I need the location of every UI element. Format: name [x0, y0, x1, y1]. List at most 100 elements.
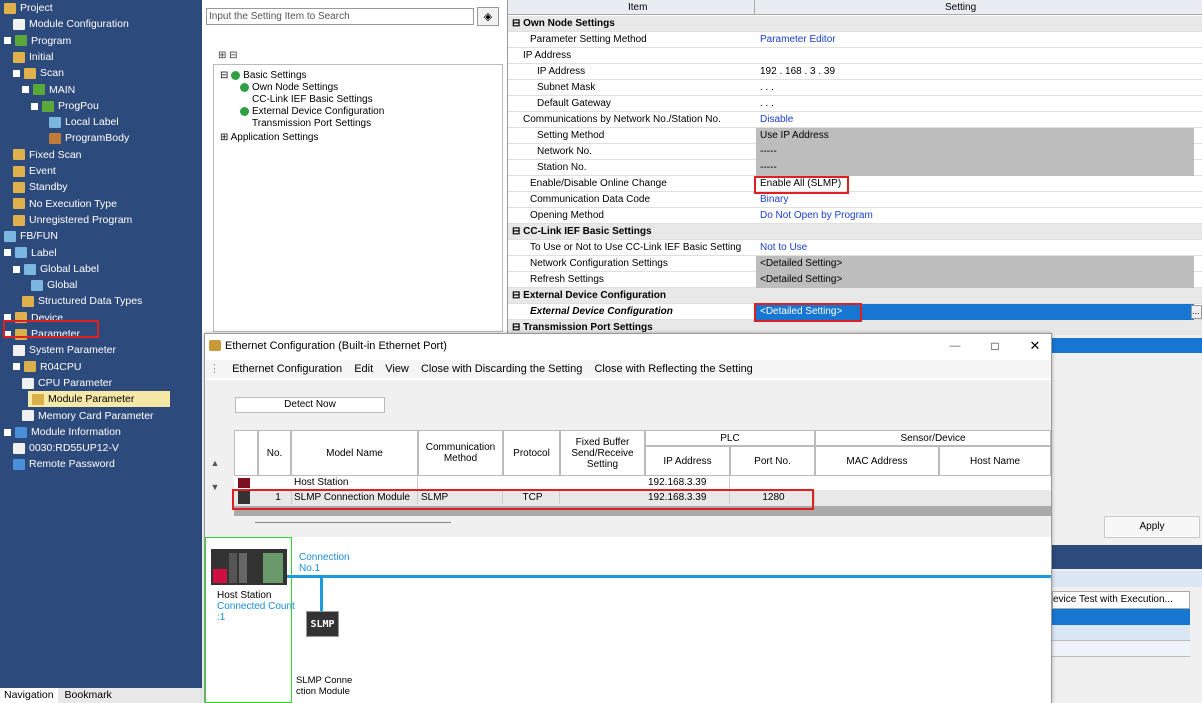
param-group-row[interactable]: ⊟ CC-Link IEF Basic Settings [508, 224, 1202, 240]
tree-basic-settings[interactable]: ⊟ Basic Settings [220, 70, 307, 81]
search-input[interactable]: Input the Setting Item to Search [206, 8, 474, 25]
param-row[interactable]: Network Configuration Settings <Detailed … [508, 256, 1202, 272]
param-row[interactable]: Station No. ----- [508, 160, 1202, 176]
param-row[interactable]: IP Address 192 . 168 . 3 . 39 [508, 64, 1202, 80]
tree-external-device[interactable]: External Device Configuration [240, 106, 384, 117]
param-row[interactable]: Default Gateway . . . [508, 96, 1202, 112]
menu-edit[interactable]: Edit [354, 363, 373, 375]
nav-item[interactable]: No Execution Type [0, 196, 117, 212]
nav-item[interactable]: ProgramBody [0, 130, 129, 146]
menu-ethernet-configuration[interactable]: Ethernet Configuration [232, 363, 342, 375]
param-row[interactable]: Enable/Disable Online Change Enable All (… [508, 176, 1202, 192]
menu-close-discard[interactable]: Close with Discarding the Setting [421, 363, 582, 375]
nav-item[interactable]: Device [0, 310, 63, 326]
expander-icon[interactable] [4, 428, 11, 436]
param-setting-value[interactable]: <Detailed Setting> [756, 256, 1194, 272]
expander-icon[interactable] [4, 330, 11, 338]
param-row[interactable]: Opening Method Do Not Open by Program [508, 208, 1202, 224]
param-row[interactable]: Parameter Setting Method Parameter Editor [508, 32, 1202, 48]
scroll-up-icon[interactable]: ▲ [208, 458, 222, 472]
nav-item[interactable]: CPU Parameter [0, 375, 112, 391]
param-row[interactable]: Subnet Mask . . . [508, 80, 1202, 96]
scroll-down-icon[interactable]: ▼ [208, 482, 222, 496]
slmp-module-box[interactable]: SLMP [306, 611, 339, 637]
nav-item[interactable]: MAIN [0, 82, 75, 98]
param-setting-value[interactable]: Enable All (SLMP) [756, 176, 1194, 192]
nav-item[interactable]: Scan [0, 65, 64, 81]
param-group-row[interactable]: ⊟ Own Node Settings [508, 16, 1202, 32]
expander-icon[interactable] [13, 265, 20, 273]
expander-icon[interactable] [13, 69, 20, 77]
param-setting-value[interactable]: Do Not Open by Program [756, 208, 1194, 224]
param-row[interactable]: Communications by Network No./Station No… [508, 112, 1202, 128]
nav-item[interactable]: Label [0, 245, 57, 261]
tree-transmission-port[interactable]: Transmission Port Settings [252, 118, 371, 129]
nav-item[interactable]: Global Label [0, 261, 99, 277]
nav-item[interactable]: Module Configuration [0, 16, 129, 32]
param-setting-value[interactable]: <Detailed Setting> [756, 304, 1194, 320]
param-row[interactable]: Refresh Settings <Detailed Setting> [508, 272, 1202, 288]
tree-own-node-settings[interactable]: Own Node Settings [240, 82, 338, 93]
close-icon[interactable]: ✕ [1021, 336, 1049, 356]
nav-item[interactable]: Unregistered Program [0, 212, 132, 228]
test-row-selected[interactable] [1052, 609, 1190, 625]
nav-item[interactable]: Initial [0, 49, 54, 65]
param-row[interactable]: External Device Configuration <Detailed S… [508, 304, 1202, 320]
param-group-row[interactable]: ⊟ External Device Configuration [508, 288, 1202, 304]
param-setting-value[interactable]: Not to Use [756, 240, 1194, 256]
nav-item[interactable]: Project [0, 0, 53, 16]
nav-item[interactable]: Fixed Scan [0, 147, 82, 163]
nav-item[interactable]: Memory Card Parameter [0, 408, 154, 424]
maximize-icon[interactable]: □ [981, 336, 1009, 356]
nav-item[interactable]: Standby [0, 179, 68, 195]
expander-icon[interactable] [22, 86, 29, 94]
expander-icon[interactable] [13, 363, 20, 371]
minimize-icon[interactable]: — [941, 336, 969, 356]
binoculars-search-icon[interactable]: ◈ [477, 7, 499, 26]
table-row-slmp[interactable]: 1 SLMP Connection Module SLMP TCP 192.16… [234, 490, 1051, 506]
nav-item[interactable]: R04CPU [0, 359, 81, 375]
param-row[interactable]: Communication Data Code Binary [508, 192, 1202, 208]
nav-item[interactable]: ProgPou [0, 98, 99, 114]
param-setting-value[interactable]: Parameter Editor [756, 32, 1194, 48]
tree-expand-collapse-icon[interactable]: ⊞ ⊟ [218, 50, 238, 61]
nav-item[interactable]: Global [0, 277, 77, 293]
param-row[interactable]: IP Address [508, 48, 1202, 64]
param-setting-value[interactable]: <Detailed Setting> [756, 272, 1194, 288]
nav-item[interactable]: System Parameter [0, 342, 116, 358]
apply-button[interactable]: Apply [1104, 516, 1200, 538]
test-row[interactable] [1052, 625, 1190, 641]
param-setting-value[interactable]: 192 . 168 . 3 . 39 [756, 64, 1194, 80]
nav-item[interactable]: Module Parameter [28, 391, 170, 408]
nav-item[interactable]: FB/FUN [0, 228, 58, 244]
param-setting-value[interactable] [756, 48, 1194, 64]
expander-icon[interactable] [4, 314, 11, 322]
nav-item[interactable]: Event [0, 163, 56, 179]
nav-item[interactable]: Structured Data Types [0, 293, 142, 309]
table-scrollbar[interactable] [234, 506, 1051, 516]
param-setting-value[interactable]: ----- [756, 144, 1194, 160]
tree-cclink-ief[interactable]: CC-Link IEF Basic Settings [252, 94, 373, 105]
nav-item[interactable]: Module Information [0, 424, 121, 440]
param-setting-value[interactable]: ----- [756, 160, 1194, 176]
expander-icon[interactable] [31, 102, 38, 110]
param-row[interactable]: To Use or Not to Use CC-Link IEF Basic S… [508, 240, 1202, 256]
nav-item[interactable]: Program [0, 33, 71, 49]
param-row[interactable]: Network No. ----- [508, 144, 1202, 160]
tab-navigation[interactable]: Navigation [0, 688, 58, 703]
table-row-host[interactable]: Host Station 192.168.3.39 [234, 476, 1051, 490]
tree-application-settings[interactable]: ⊞ Application Settings [220, 132, 318, 143]
param-setting-value[interactable]: Binary [756, 192, 1194, 208]
nav-item[interactable]: 0030:RD55UP12-V [0, 440, 119, 456]
nav-item[interactable]: Remote Password [0, 456, 115, 472]
tab-bookmark[interactable]: Bookmark [61, 688, 116, 703]
ellipsis-button[interactable]: ... [1191, 305, 1202, 319]
scroll-thumb[interactable] [255, 522, 451, 523]
expander-icon[interactable] [4, 37, 11, 45]
param-setting-value[interactable]: Disable [756, 112, 1194, 128]
menu-view[interactable]: View [385, 363, 409, 375]
nav-item[interactable]: Local Label [0, 114, 119, 130]
expander-icon[interactable] [4, 249, 11, 257]
nav-item[interactable]: Parameter [0, 326, 80, 342]
param-setting-value[interactable]: . . . [756, 96, 1194, 112]
